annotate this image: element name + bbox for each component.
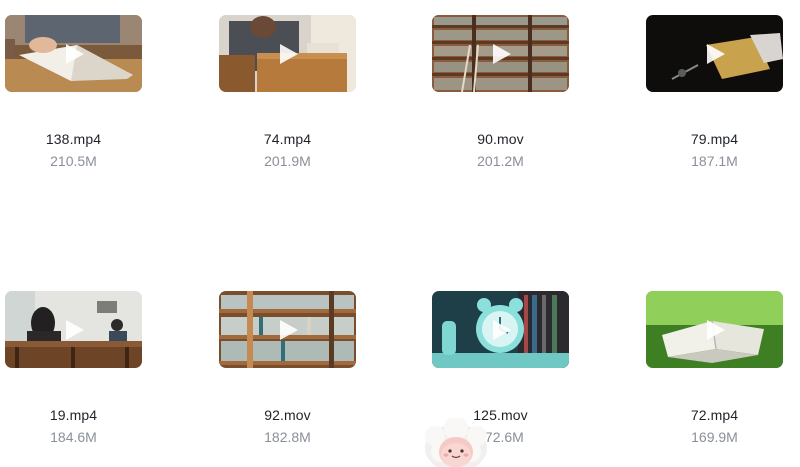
video-thumbnail[interactable] (432, 291, 569, 368)
video-filename: 79.mp4 (690, 131, 739, 147)
play-icon[interactable] (489, 318, 513, 342)
video-card[interactable]: 74.mp4 201.9M (219, 15, 357, 169)
video-thumbnail[interactable] (219, 15, 356, 92)
video-grid: 138.mp4 210.5M 74.mp4 201.9M 90.mov 201.… (0, 0, 800, 467)
video-filesize: 184.6M (50, 429, 97, 445)
mascot-assistant-icon[interactable] (421, 418, 491, 467)
video-card[interactable]: 79.mp4 187.1M (646, 15, 784, 169)
video-card[interactable]: 90.mov 201.2M (432, 15, 570, 169)
video-card[interactable]: 19.mp4 184.6M (5, 291, 143, 445)
video-card[interactable]: 125.mov 172.6M (432, 291, 570, 445)
play-icon[interactable] (62, 42, 86, 66)
video-filesize: 182.8M (264, 429, 311, 445)
play-icon[interactable] (489, 42, 513, 66)
play-icon[interactable] (703, 42, 727, 66)
video-filename: 72.mp4 (690, 407, 739, 423)
video-thumbnail[interactable] (5, 291, 142, 368)
play-icon[interactable] (276, 42, 300, 66)
video-filename: 19.mp4 (49, 407, 98, 423)
video-filesize: 187.1M (691, 153, 738, 169)
video-thumbnail[interactable] (432, 15, 569, 92)
video-filename: 92.mov (264, 407, 311, 423)
video-filesize: 169.9M (691, 429, 738, 445)
play-icon[interactable] (276, 318, 300, 342)
video-filesize: 201.9M (264, 153, 311, 169)
play-icon[interactable] (62, 318, 86, 342)
video-thumbnail[interactable] (646, 291, 783, 368)
video-filename: 138.mp4 (45, 131, 102, 147)
video-thumbnail[interactable] (219, 291, 356, 368)
video-filename: 90.mov (477, 131, 524, 147)
video-filesize: 210.5M (50, 153, 97, 169)
video-card[interactable]: 138.mp4 210.5M (5, 15, 143, 169)
video-thumbnail[interactable] (5, 15, 142, 92)
video-card[interactable]: 92.mov 182.8M (219, 291, 357, 445)
video-filesize: 201.2M (477, 153, 524, 169)
video-filename: 74.mp4 (263, 131, 312, 147)
play-icon[interactable] (703, 318, 727, 342)
video-thumbnail[interactable] (646, 15, 783, 92)
video-card[interactable]: 72.mp4 169.9M (646, 291, 784, 445)
